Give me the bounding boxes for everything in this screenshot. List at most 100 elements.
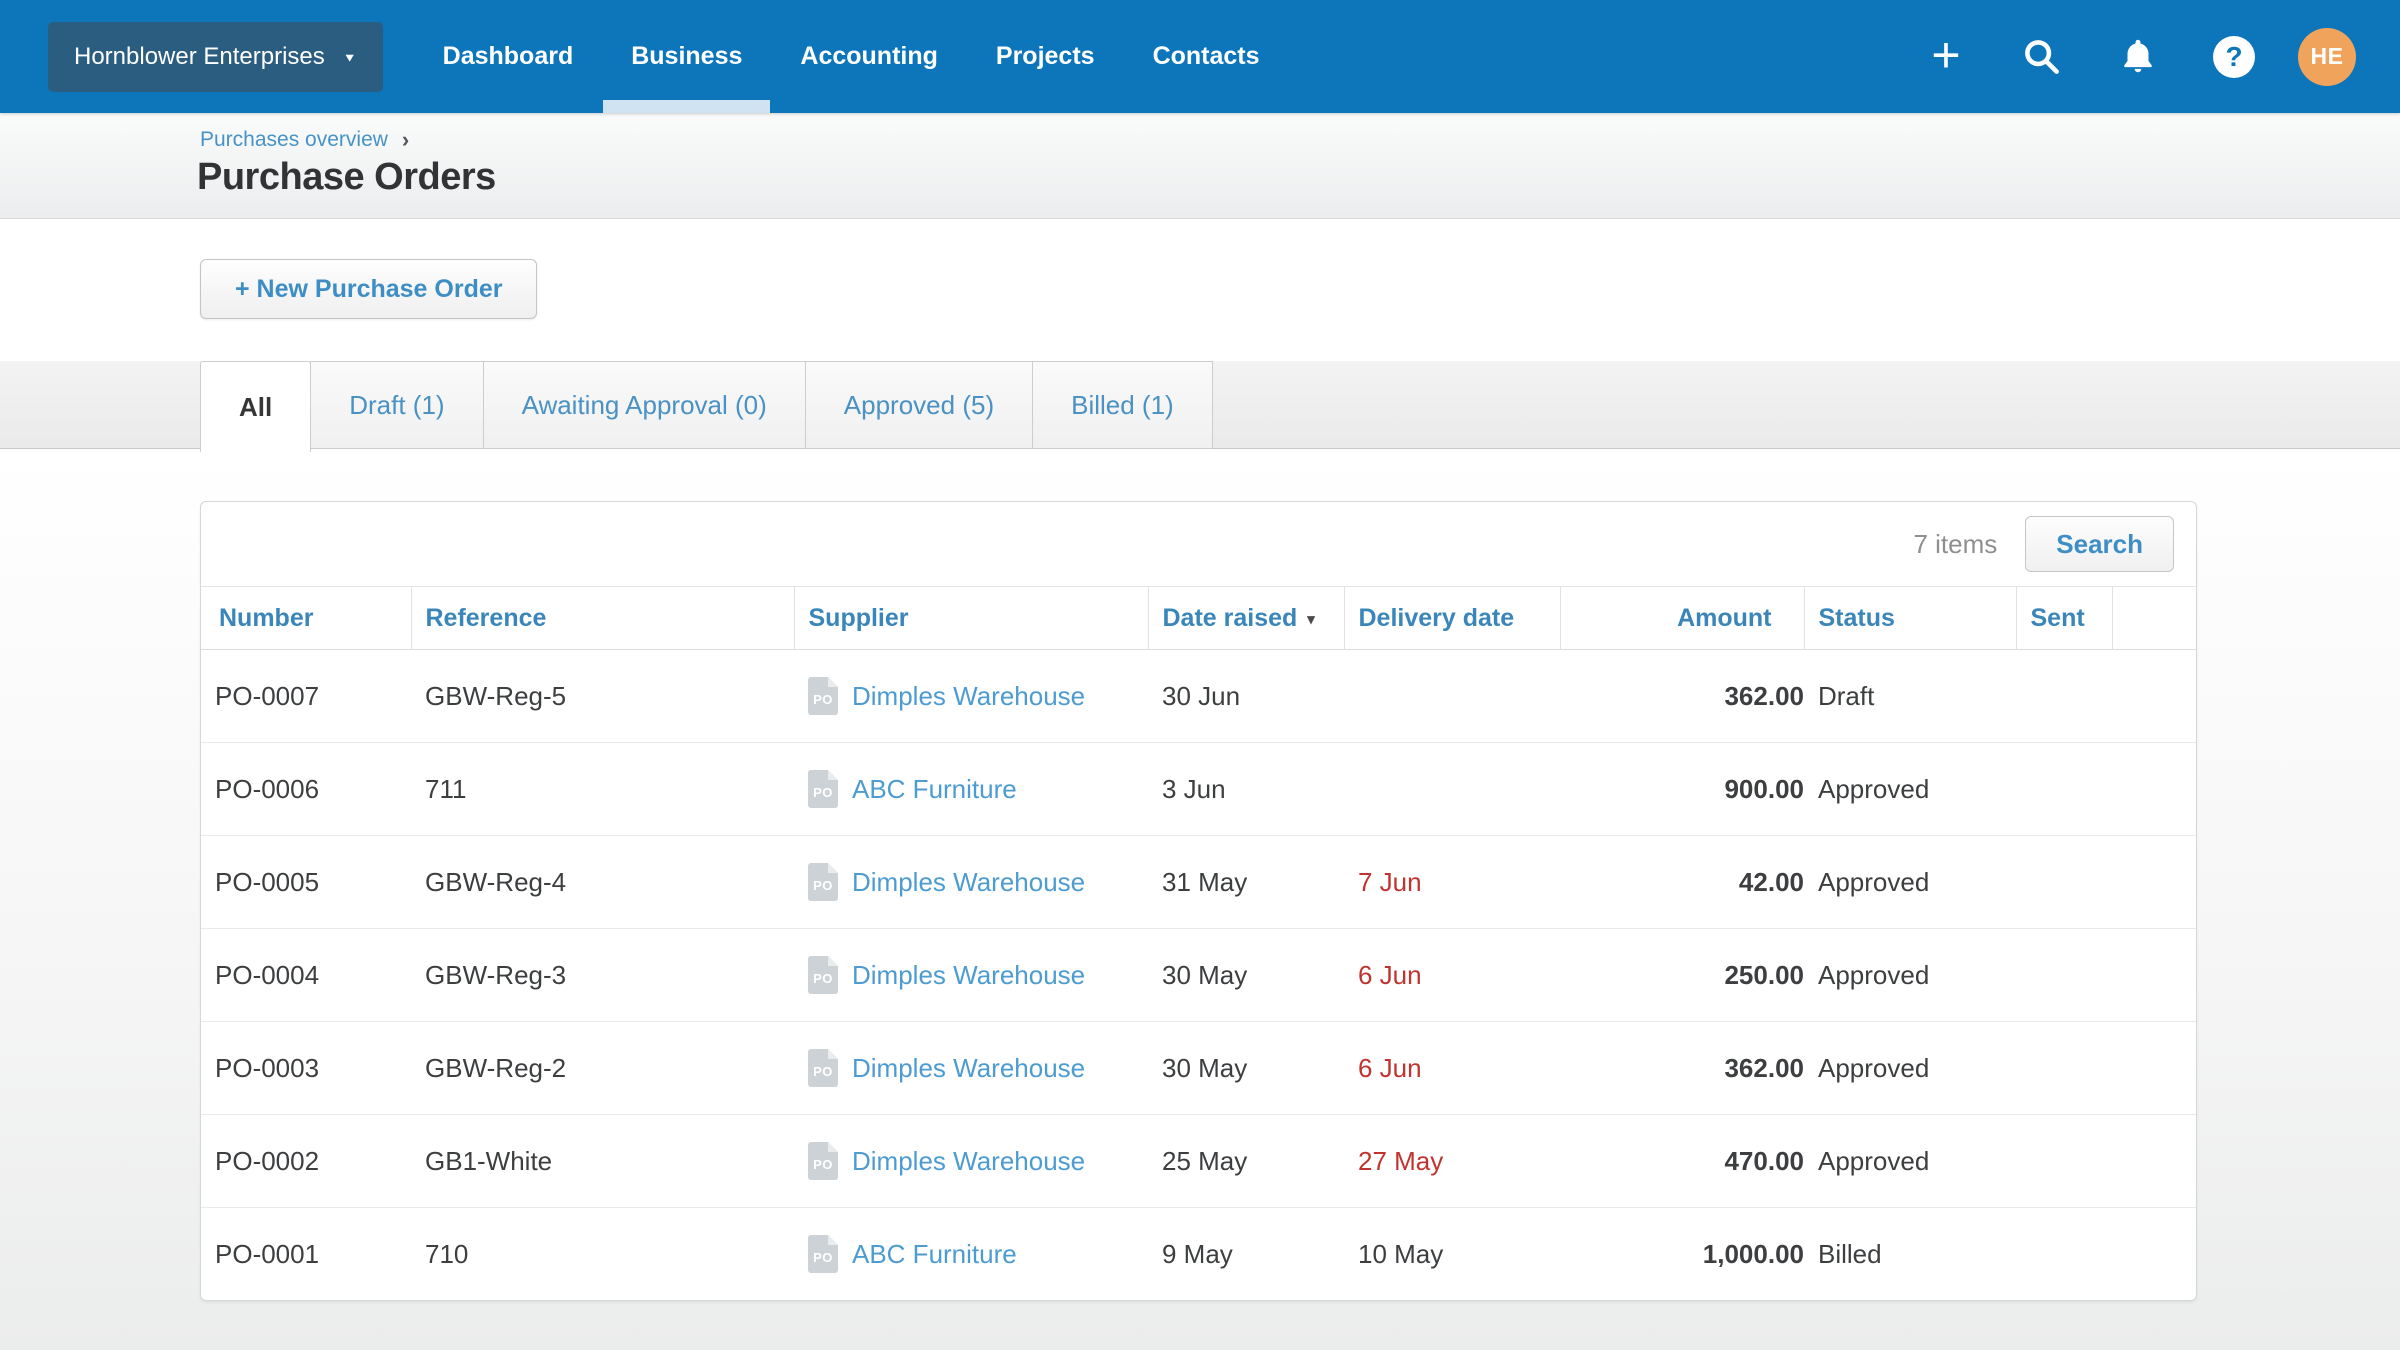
cell-supplier: PO ABC Furniture — [794, 743, 1148, 836]
table-row[interactable]: PO-0002GB1-WhitePODimples Warehouse25 Ma… — [201, 1115, 2196, 1208]
supplier: PO ABC Furniture — [808, 1235, 1148, 1273]
create-new-button[interactable]: + — [1914, 25, 1978, 89]
table-toolbar: 7 items Search — [201, 502, 2196, 587]
cell-delivery-date: 6 Jun — [1344, 1022, 1560, 1115]
cell-reference: 711 — [411, 743, 794, 836]
po-document-icon-label: PO — [813, 692, 833, 707]
column-header-label: Sent — [2031, 604, 2085, 632]
cell-delivery-date: 6 Jun — [1344, 929, 1560, 1022]
cell-status: Draft — [1804, 650, 2016, 743]
column-header-sent[interactable]: Sent — [2016, 587, 2112, 650]
po-document-icon: PO — [808, 1235, 838, 1273]
cell-filler — [2112, 1022, 2196, 1115]
cell-reference: GBW-Reg-2 — [411, 1022, 794, 1115]
cell-filler — [2112, 929, 2196, 1022]
table-row[interactable]: PO-0007GBW-Reg-5PODimples Warehouse30 Ju… — [201, 650, 2196, 743]
top-navigation: Hornblower Enterprises ▼ Dashboard Busine… — [0, 0, 2400, 113]
cell-filler — [2112, 1115, 2196, 1208]
cell-supplier: PODimples Warehouse — [794, 836, 1148, 929]
column-header-label: Delivery date — [1359, 604, 1515, 632]
cell-date-raised: 25 May — [1148, 1115, 1344, 1208]
column-header-supplier[interactable]: Supplier — [794, 587, 1148, 650]
column-header-date-raised[interactable]: Date raised ▾ — [1148, 587, 1344, 650]
sort-descending-icon: ▾ — [1307, 611, 1315, 628]
supplier-link[interactable]: Dimples Warehouse — [852, 867, 1085, 898]
column-header-reference[interactable]: Reference — [411, 587, 794, 650]
cell-supplier: PO Dimples Warehouse — [794, 1022, 1148, 1115]
items-count: 7 items — [1913, 529, 1997, 560]
cell-status: Approved — [1804, 1115, 2016, 1208]
cell-status: Billed — [1804, 1208, 2016, 1301]
po-document-icon-label: PO — [813, 1157, 833, 1172]
table-row[interactable]: PO-0001710POABC Furniture9 May10 May1,00… — [201, 1208, 2196, 1301]
cell-sent — [2016, 1115, 2112, 1208]
tab-approved-5[interactable]: Approved (5) — [805, 361, 1033, 449]
notifications-button[interactable] — [2106, 25, 2170, 89]
table-row[interactable]: PO-0006711POABC Furniture3 Jun900.00Appr… — [201, 743, 2196, 836]
nav-item-contacts[interactable]: Contacts — [1153, 0, 1260, 113]
organisation-menu-button[interactable]: Hornblower Enterprises ▼ — [48, 22, 383, 92]
tab-all[interactable]: All — [200, 361, 311, 452]
po-document-icon-label: PO — [813, 1064, 833, 1079]
po-document-icon: PO — [808, 1142, 838, 1180]
cell-sent — [2016, 650, 2112, 743]
table-row[interactable]: PO-0004GBW-Reg-3PODimples Warehouse30 Ma… — [201, 929, 2196, 1022]
tab-billed-1[interactable]: Billed (1) — [1032, 361, 1213, 449]
breadcrumb-purchases-overview-link[interactable]: Purchases overview — [200, 128, 388, 152]
cell-status: Approved — [1804, 1022, 2016, 1115]
supplier-link[interactable]: ABC Furniture — [852, 1239, 1017, 1270]
nav-item-dashboard[interactable]: Dashboard — [443, 0, 574, 113]
supplier: PODimples Warehouse — [808, 956, 1148, 994]
cell-date-raised: 30 May — [1148, 1022, 1344, 1115]
cell-date-raised: 30 Jun — [1148, 650, 1344, 743]
cell-reference: GBW-Reg-5 — [411, 650, 794, 743]
nav-item-business[interactable]: Business — [631, 0, 742, 113]
cell-sent — [2016, 743, 2112, 836]
help-button[interactable]: ? — [2202, 25, 2266, 89]
cell-delivery-date — [1344, 650, 1560, 743]
purchase-orders-table: NumberReferenceSupplier Date raised ▾ Deliv… — [201, 587, 2196, 1300]
nav-item-projects[interactable]: Projects — [996, 0, 1095, 113]
help-icon: ? — [2213, 36, 2255, 78]
cell-date-raised: 9 May — [1148, 1208, 1344, 1301]
status-tabs: AllDraft (1)Awaiting Approval (0)Approve… — [0, 361, 2400, 449]
user-avatar[interactable]: HE — [2298, 28, 2356, 86]
supplier-link[interactable]: Dimples Warehouse — [852, 1053, 1085, 1084]
table-search-button[interactable]: Search — [2025, 516, 2174, 572]
breadcrumb: Purchases overview › — [200, 113, 2400, 152]
search-icon — [2022, 37, 2062, 77]
supplier-link[interactable]: Dimples Warehouse — [852, 1146, 1085, 1177]
table-row[interactable]: PO-0005GBW-Reg-4PODimples Warehouse31 Ma… — [201, 836, 2196, 929]
cell-sent — [2016, 929, 2112, 1022]
po-document-icon: PO — [808, 770, 838, 808]
column-header-amount[interactable]: Amount — [1560, 587, 1804, 650]
supplier-link[interactable]: ABC Furniture — [852, 774, 1017, 805]
supplier-link[interactable]: Dimples Warehouse — [852, 681, 1085, 712]
organisation-name: Hornblower Enterprises — [74, 43, 325, 71]
column-header-label: Date raised — [1163, 604, 1298, 632]
cell-delivery-date — [1344, 743, 1560, 836]
supplier: PODimples Warehouse — [808, 863, 1148, 901]
search-button[interactable] — [2010, 25, 2074, 89]
cell-filler — [2112, 650, 2196, 743]
po-document-icon-label: PO — [813, 785, 833, 800]
po-document-icon-label: PO — [813, 1250, 833, 1265]
supplier: PO Dimples Warehouse — [808, 1049, 1148, 1087]
column-header-label: Amount — [1677, 604, 1771, 632]
tab-draft-1[interactable]: Draft (1) — [310, 361, 483, 449]
new-purchase-order-button[interactable]: + New Purchase Order — [200, 259, 537, 319]
cell-date-raised: 31 May — [1148, 836, 1344, 929]
column-header-status[interactable]: Status — [1804, 587, 2016, 650]
column-header-empty — [2112, 587, 2196, 650]
cell-supplier: PO Dimples Warehouse — [794, 1115, 1148, 1208]
column-header-delivery-date[interactable]: Delivery date — [1344, 587, 1560, 650]
nav-item-accounting[interactable]: Accounting — [800, 0, 938, 113]
supplier-link[interactable]: Dimples Warehouse — [852, 960, 1085, 991]
table-row[interactable]: PO-0003GBW-Reg-2PODimples Warehouse30 Ma… — [201, 1022, 2196, 1115]
column-header-number[interactable]: Number — [201, 587, 411, 650]
chevron-down-icon: ▼ — [343, 50, 357, 64]
cell-sent — [2016, 1022, 2112, 1115]
cell-supplier: PO ABC Furniture — [794, 1208, 1148, 1301]
supplier: PO Dimples Warehouse — [808, 677, 1148, 715]
tab-awaiting-approval-0[interactable]: Awaiting Approval (0) — [483, 361, 806, 449]
